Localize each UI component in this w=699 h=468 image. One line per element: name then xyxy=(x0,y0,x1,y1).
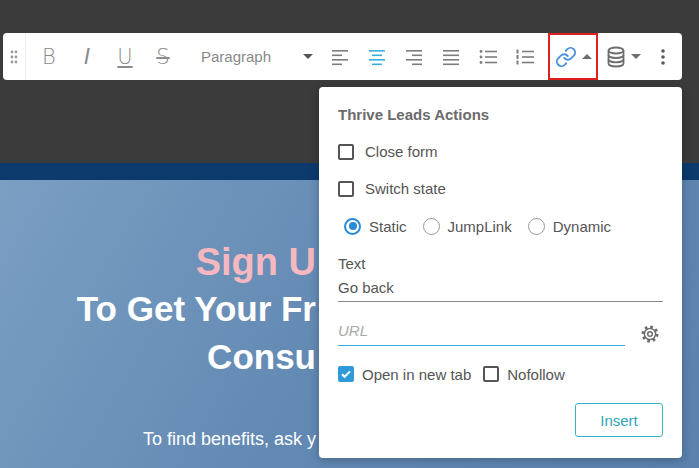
list-icon xyxy=(515,47,535,67)
hero-text: Sign UTo Get Your FrConsu To find benefit… xyxy=(0,180,316,451)
text-field[interactable]: Go back xyxy=(338,279,663,302)
text-toolbar: BIUSParagraph xyxy=(3,33,682,80)
radio-icon xyxy=(423,218,440,235)
link-popup: Thrive Leads Actions Close formSwitch sta… xyxy=(319,87,682,458)
more-button[interactable] xyxy=(648,48,678,66)
drag-dots-icon xyxy=(10,49,18,65)
radio-icon xyxy=(528,218,545,235)
format-button[interactable]: S xyxy=(144,45,182,69)
align-button[interactable] xyxy=(358,47,395,67)
link-button[interactable] xyxy=(548,33,598,80)
link-icon xyxy=(555,46,577,68)
align-icon xyxy=(441,47,461,67)
action-checkbox[interactable]: Close form xyxy=(338,133,663,170)
gear-icon[interactable] xyxy=(640,324,660,344)
align-icon xyxy=(404,47,424,67)
list-icon xyxy=(478,47,498,67)
link-type-radio[interactable]: Static xyxy=(344,218,407,235)
link-type-radio[interactable]: JumpLink xyxy=(423,218,512,235)
data-arrow-icon xyxy=(631,54,641,59)
hero-body-text[interactable]: To find benefits, ask y xyxy=(0,427,316,451)
list-button[interactable] xyxy=(469,47,506,67)
action-checkbox[interactable]: Switch state xyxy=(338,170,663,207)
format-button[interactable]: U xyxy=(106,45,144,69)
align-button[interactable] xyxy=(395,47,432,67)
link-option-checkbox[interactable]: Nofollow xyxy=(483,364,565,384)
block-format-select[interactable]: Paragraph xyxy=(182,48,321,65)
hero-headline[interactable]: Sign U xyxy=(0,239,316,285)
drag-handle[interactable] xyxy=(3,33,26,80)
hero-subheadline[interactable]: Consu xyxy=(0,333,316,381)
popup-title: Thrive Leads Actions xyxy=(338,105,663,125)
radio-icon xyxy=(344,218,361,235)
checkbox-icon xyxy=(338,366,354,382)
checkbox-icon xyxy=(338,181,354,197)
text-field-label: Text xyxy=(338,255,663,273)
align-icon xyxy=(367,47,387,67)
link-type-group: Static JumpLink Dynamic xyxy=(338,207,663,245)
checkbox-icon xyxy=(338,144,354,160)
checkbox-icon xyxy=(483,366,499,382)
database-icon xyxy=(606,46,626,68)
format-button[interactable]: B xyxy=(30,45,68,69)
link-arrow-icon xyxy=(582,54,592,59)
url-field[interactable]: URL xyxy=(338,322,625,346)
editor-page: BIUSParagraph Sign UTo Get Your FrConsu To… xyxy=(0,0,699,468)
align-button[interactable] xyxy=(432,47,469,67)
format-button[interactable]: I xyxy=(68,45,106,69)
more-dots-icon xyxy=(660,48,666,66)
insert-button[interactable]: Insert xyxy=(575,403,663,437)
link-type-radio[interactable]: Dynamic xyxy=(528,218,611,235)
align-icon xyxy=(330,47,350,67)
dynamic-data-button[interactable] xyxy=(598,46,648,68)
list-button[interactable] xyxy=(506,47,543,67)
align-button[interactable] xyxy=(321,47,358,67)
link-option-checkbox[interactable]: Open in new tab xyxy=(338,364,471,384)
dropdown-arrow-icon xyxy=(303,54,313,59)
hero-subheadline[interactable]: To Get Your Fr xyxy=(0,285,316,333)
